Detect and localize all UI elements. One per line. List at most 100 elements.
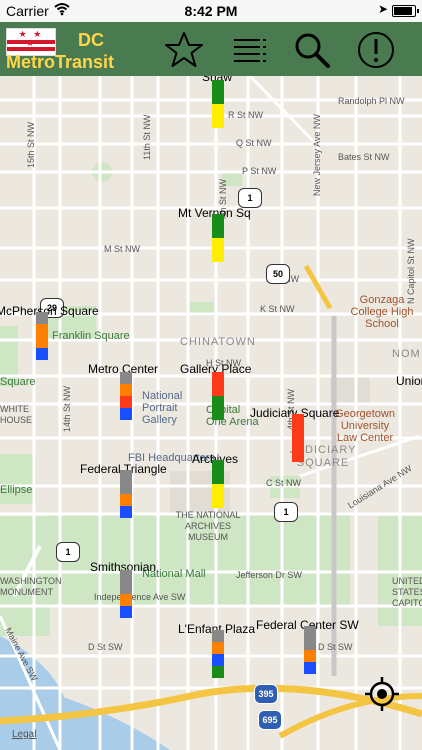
station-line-segment [36,324,48,336]
station-line-segment [120,408,132,420]
station-bar-archives[interactable] [212,460,224,508]
station-line-segment [36,336,48,348]
station-line-segment [120,396,132,408]
station-line-segment [212,630,224,642]
battery-icon [392,5,419,17]
highway-shield: 1 [238,188,262,208]
station-line-segment [212,472,224,484]
station-line-segment [120,606,132,618]
station-line-segment [304,650,316,662]
station-line-segment [292,450,304,462]
search-button[interactable] [292,30,332,70]
station-line-segment [292,438,304,450]
poi-union[interactable]: Union [396,374,422,388]
station-line-segment [212,372,224,384]
poi-georgetown-law[interactable]: Georgetown University Law Center [330,408,400,444]
street-label: New Jersey Ave NW [312,114,322,196]
station-line-segment [120,570,132,582]
station-bar-mcpherson-square[interactable] [36,312,48,360]
highway-shield: 1 [274,502,298,522]
poi-ellipse[interactable]: Ellipse [0,484,32,496]
map-view[interactable]: Randolph Pl NW R St NW Q St NW Bates St … [0,76,422,750]
street-label: Independence Ave SW [94,592,186,602]
poi-square[interactable]: Square [0,376,35,388]
street-label: Q St NW [236,138,272,148]
street-label: Bates St NW [338,152,390,162]
alerts-button[interactable] [356,30,396,70]
street-label: Jefferson Dr SW [236,570,302,580]
station-line-segment [292,414,304,426]
street-label: 15th St NW [26,121,36,168]
station-line-segment [292,426,304,438]
street-label: D St SW [318,642,353,652]
station-line-segment [212,226,224,238]
area-label-noma: NOM [392,348,421,360]
poi-gonzaga[interactable]: Gonzaga College High School [340,294,422,330]
station-line-segment [120,594,132,606]
station-line-segment [304,626,316,638]
interstate-shield: 395 [254,684,278,704]
list-icon [234,39,266,62]
station-line-segment [212,484,224,496]
station-line-segment [212,642,224,654]
station-bar-lenfant-plaza[interactable] [212,630,224,678]
location-arrow-icon: ➤ [377,2,388,16]
poi-us-capitol[interactable]: UNITED STATES CAPITOL [392,576,422,609]
app-title-line2: MetroTransit [6,52,115,72]
station-line-segment [212,238,224,250]
station-line-segment [120,506,132,518]
street-label: D St SW [88,642,123,652]
station-line-segment [212,460,224,472]
station-line-segment [120,582,132,594]
street-label: K St NW [260,304,295,314]
status-time: 8:42 PM [184,3,238,19]
street-label: P St NW [242,166,277,176]
poi-white-house[interactable]: WHITE HOUSE [0,404,32,426]
station-line-segment [212,654,224,666]
search-icon [295,33,330,68]
street-label: R St NW [228,110,263,120]
station-line-segment [212,250,224,262]
station-line-segment [212,92,224,104]
station-bar-federal-triangle[interactable] [120,470,132,518]
station-line-segment [36,348,48,360]
station-line-segment [120,482,132,494]
station-bar-shaw[interactable] [212,80,224,128]
station-line-segment [212,116,224,128]
station-line-segment [212,666,224,678]
street-label: Randolph Pl NW [338,96,405,106]
station-line-segment [212,384,224,396]
highway-shield: 50 [266,264,290,284]
station-line-segment [212,408,224,420]
locate-icon [365,677,399,711]
poi-national-gallery[interactable]: National Portrait Gallery [142,390,212,426]
poi-franklin-square[interactable]: Franklin Square [52,330,130,342]
station-line-segment [120,470,132,482]
station-label-mcpherson-square[interactable]: McPherson Square [0,304,99,318]
poi-archives-museum[interactable]: THE NATIONAL ARCHIVES MUSEUM [168,510,248,543]
list-button[interactable] [230,30,270,70]
favorites-button[interactable] [164,30,204,70]
poi-washington-monument[interactable]: WASHINGTON MONUMENT [0,576,62,598]
street-label: 11th St NW [142,114,152,160]
station-bar-judiciary-square[interactable] [292,414,304,462]
station-bar-mt-vernon-sq[interactable] [212,214,224,262]
status-bar: Carrier 8:42 PM ➤ [0,0,422,22]
station-line-segment [120,372,132,384]
station-line-segment [212,104,224,116]
station-line-segment [36,312,48,324]
exclamation-icon [358,32,394,68]
station-line-segment [120,494,132,506]
area-label-chinatown: CHINATOWN [180,336,256,348]
station-bar-metro-center[interactable] [120,372,132,420]
station-bar-smithsonian[interactable] [120,570,132,618]
station-line-segment [304,662,316,674]
locate-button[interactable] [364,676,400,712]
street-label: C St NW [266,478,301,488]
station-bar-gallery-place[interactable] [212,372,224,420]
app-title-line1: DC [78,30,104,50]
station-bar-federal-center-sw[interactable] [304,626,316,674]
street-label: M St NW [104,244,140,254]
legal-link[interactable]: Legal [12,729,36,740]
station-line-segment [120,384,132,396]
